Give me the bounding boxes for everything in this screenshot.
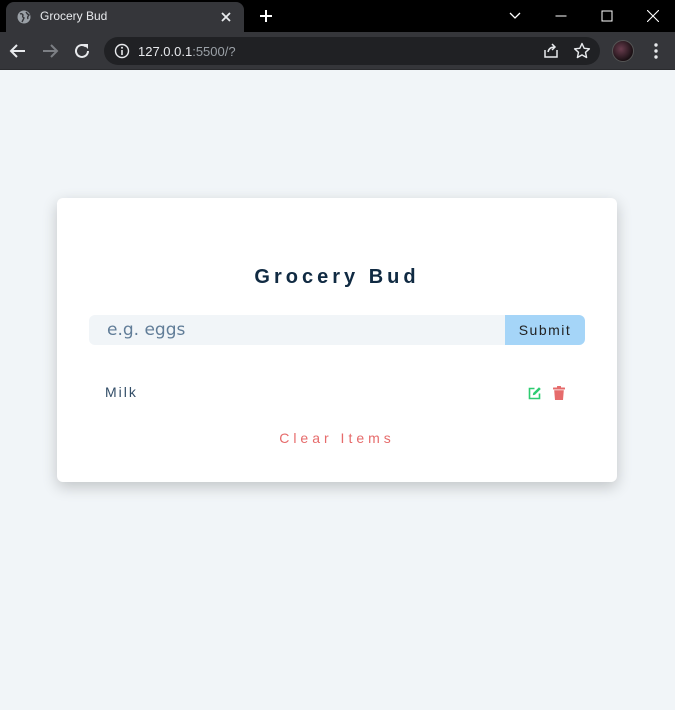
url-path: :5500/? [192,44,236,59]
browser-tab[interactable]: Grocery Bud [6,2,244,32]
browser-toolbar: 127.0.0.1:5500/? [0,32,675,70]
share-icon[interactable] [542,42,560,60]
browser-titlebar: Grocery Bud [0,0,675,32]
edit-icon[interactable] [528,386,542,400]
url-text: 127.0.0.1:5500/? [138,44,236,59]
bookmark-star-icon[interactable] [573,42,591,60]
url-host: 127.0.0.1 [138,44,193,59]
reload-icon[interactable] [71,40,93,62]
trash-icon[interactable] [553,386,565,400]
grocery-input[interactable] [89,315,505,345]
profile-avatar[interactable] [612,40,634,62]
tab-title: Grocery Bud [40,9,108,23]
new-tab-icon[interactable] [256,6,276,26]
minimize-icon [555,15,567,17]
grocery-card: Grocery Bud Submit Milk Clear Items [57,198,617,482]
back-arrow-icon[interactable] [7,40,29,62]
close-icon [647,10,659,22]
globe-icon [17,10,31,24]
info-icon[interactable] [114,43,130,59]
tab-search-button[interactable] [492,0,538,32]
close-window-button[interactable] [630,0,675,32]
grocery-item: Milk [89,378,585,406]
more-menu-icon[interactable] [646,41,666,61]
chevron-down-icon [509,12,521,19]
address-bar[interactable]: 127.0.0.1:5500/? [104,37,600,65]
clear-items-button[interactable]: Clear Items [57,430,617,446]
maximize-button[interactable] [584,0,630,32]
grocery-item-title: Milk [105,384,138,400]
forward-arrow-icon[interactable] [39,40,61,62]
maximize-icon [601,10,613,22]
close-tab-icon[interactable] [218,9,234,25]
grocery-form: Submit [89,315,585,345]
minimize-button[interactable] [538,0,584,32]
page-title: Grocery Bud [254,266,420,288]
submit-button[interactable]: Submit [505,315,585,345]
